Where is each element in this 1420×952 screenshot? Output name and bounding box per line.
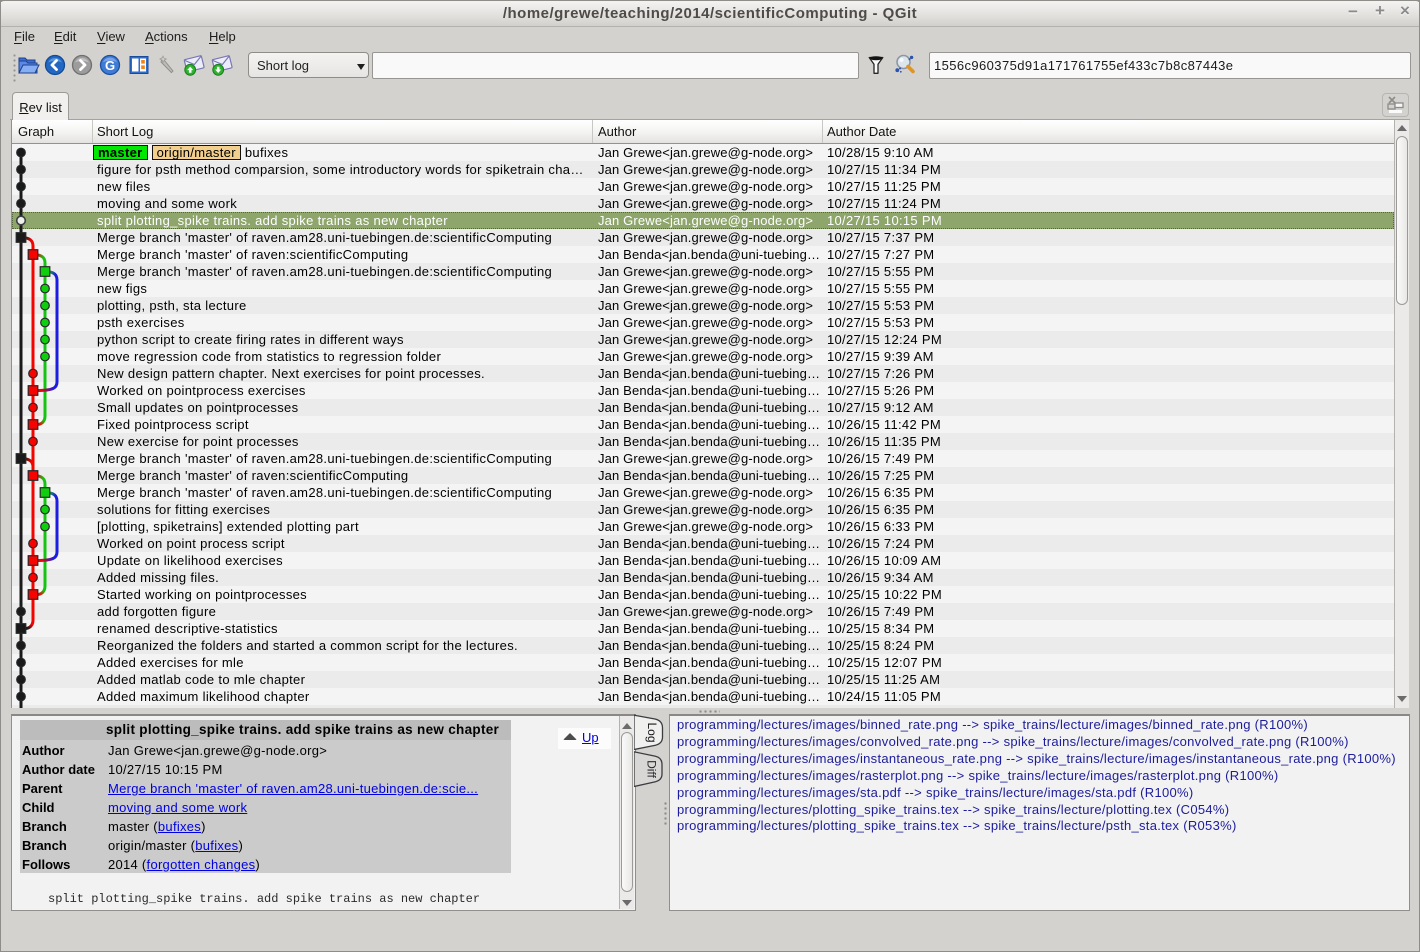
svg-text:G: G bbox=[105, 58, 115, 73]
svg-text:Diff: Diff bbox=[645, 760, 659, 778]
svg-text:Log: Log bbox=[645, 722, 659, 742]
